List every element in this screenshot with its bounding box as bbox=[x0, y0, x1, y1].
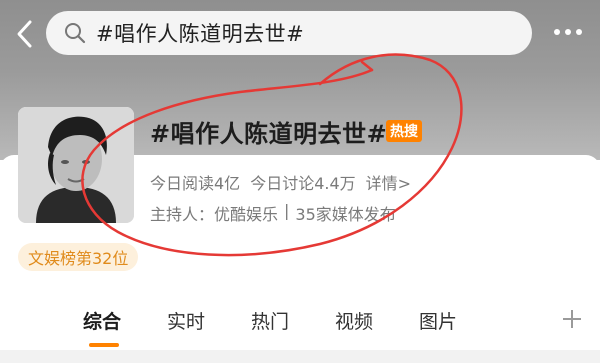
search-query-text: #唱作人陈道明去世# bbox=[96, 22, 305, 46]
media-count[interactable]: 35家媒体发布 bbox=[295, 201, 395, 225]
topic-stats: 今日阅读4亿 今日讨论4.4万 详情> bbox=[150, 170, 411, 194]
hot-badge: 热搜 bbox=[386, 120, 422, 142]
chevron-left-icon bbox=[17, 20, 32, 48]
host-label[interactable]: 主持人：优酷娱乐 bbox=[150, 201, 278, 225]
details-link[interactable]: 详情> bbox=[366, 170, 411, 194]
today-reads: 今日阅读4亿 bbox=[150, 174, 241, 193]
search-icon bbox=[64, 22, 86, 44]
more-dots-icon bbox=[554, 29, 560, 35]
add-tab-button[interactable] bbox=[560, 307, 584, 331]
tab-video[interactable]: 视频 bbox=[335, 307, 373, 334]
tab-images[interactable]: 图片 bbox=[419, 307, 457, 334]
plus-icon bbox=[563, 310, 581, 328]
tab-hot[interactable]: 热门 bbox=[251, 307, 289, 334]
host-info: 主持人：优酷娱乐 | 35家媒体发布 bbox=[150, 201, 396, 225]
separator: | bbox=[284, 201, 290, 220]
active-tab-indicator bbox=[89, 343, 119, 347]
topic-title: #唱作人陈道明去世# bbox=[150, 120, 388, 148]
topic-avatar[interactable] bbox=[18, 107, 134, 223]
more-options-button[interactable] bbox=[548, 20, 588, 44]
back-button[interactable] bbox=[8, 18, 40, 50]
search-bar[interactable]: #唱作人陈道明去世# bbox=[46, 11, 532, 55]
rank-badge[interactable]: 文娱榜第32位 bbox=[18, 243, 139, 271]
tab-comprehensive[interactable]: 综合 bbox=[83, 307, 121, 334]
today-discussions: 今日讨论4.4万 bbox=[250, 174, 356, 193]
tab-realtime[interactable]: 实时 bbox=[167, 307, 205, 334]
content-divider bbox=[0, 350, 600, 363]
